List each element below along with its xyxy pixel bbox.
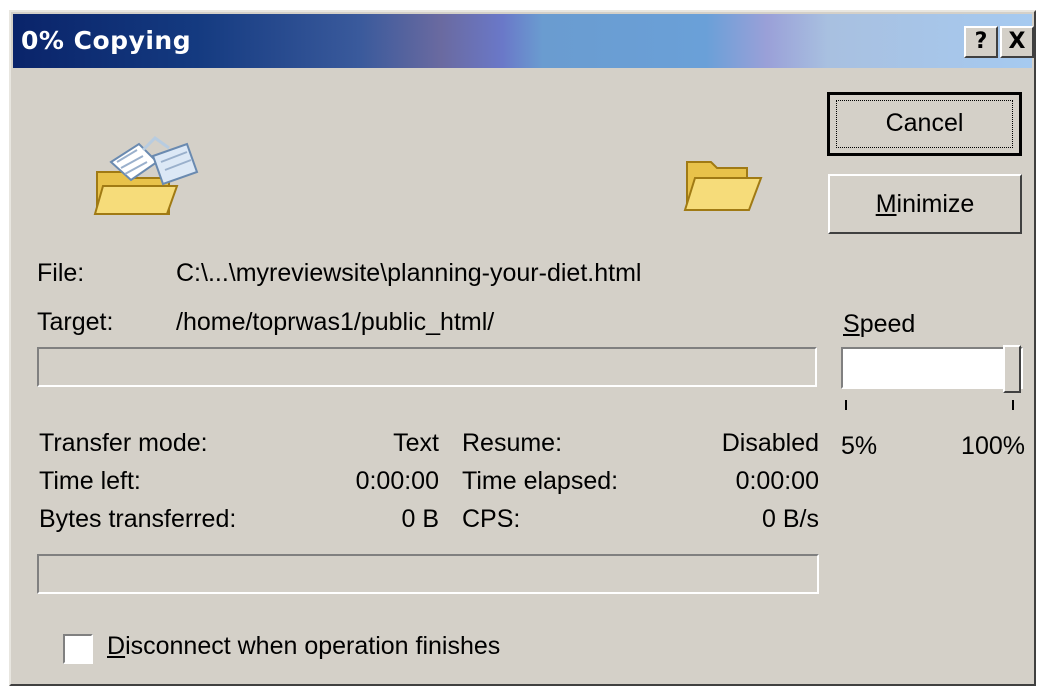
open-folder-icon [681,154,763,214]
target-label: Target: [37,308,114,336]
resume-value: Disabled [721,429,819,457]
speed-slider-thumb[interactable] [1003,345,1021,393]
window-title: 0% Copying [21,26,192,55]
file-path: C:\...\myreviewsite\planning-your-diet.h… [176,259,642,287]
time-left-value: 0:00:00 [355,467,439,495]
speed-max-label: 100% [961,432,1025,460]
total-progress-bar [37,554,819,594]
speed-tick-min [845,400,847,410]
speed-tick-max [1012,400,1014,410]
file-label: File: [37,259,85,287]
close-button[interactable]: X [1000,26,1034,58]
title-bar[interactable]: 0% Copying ? X [13,14,1034,68]
time-elapsed-label: Time elapsed: [462,467,619,495]
cancel-label: Cancel [885,109,964,137]
minimize-label: Minimize [875,190,975,218]
transfer-mode-label: Transfer mode: [39,429,208,457]
minimize-button[interactable]: Minimize [828,174,1022,234]
disconnect-checkbox[interactable] [63,634,93,664]
target-path: /home/toprwas1/public_html/ [176,308,495,336]
copy-dialog: 0% Copying ? X Cancel Minimize File: C:\… [9,10,1036,686]
speed-label: Speed [843,310,916,338]
flying-papers-folder-icon [91,132,201,217]
cps-value: 0 B/s [762,505,819,533]
bytes-transferred-label: Bytes transferred: [39,505,237,533]
cancel-button[interactable]: Cancel [827,92,1022,156]
speed-slider[interactable] [841,347,1023,389]
time-elapsed-value: 0:00:00 [735,467,819,495]
file-progress-bar [37,347,817,387]
speed-min-label: 5% [841,432,878,460]
disconnect-label[interactable]: Disconnect when operation finishes [107,632,500,661]
time-left-label: Time left: [39,467,141,495]
help-button[interactable]: ? [964,26,998,58]
bytes-transferred-value: 0 B [401,505,439,533]
transfer-mode-value: Text [393,429,439,457]
cps-label: CPS: [462,505,521,533]
resume-label: Resume: [462,429,563,457]
